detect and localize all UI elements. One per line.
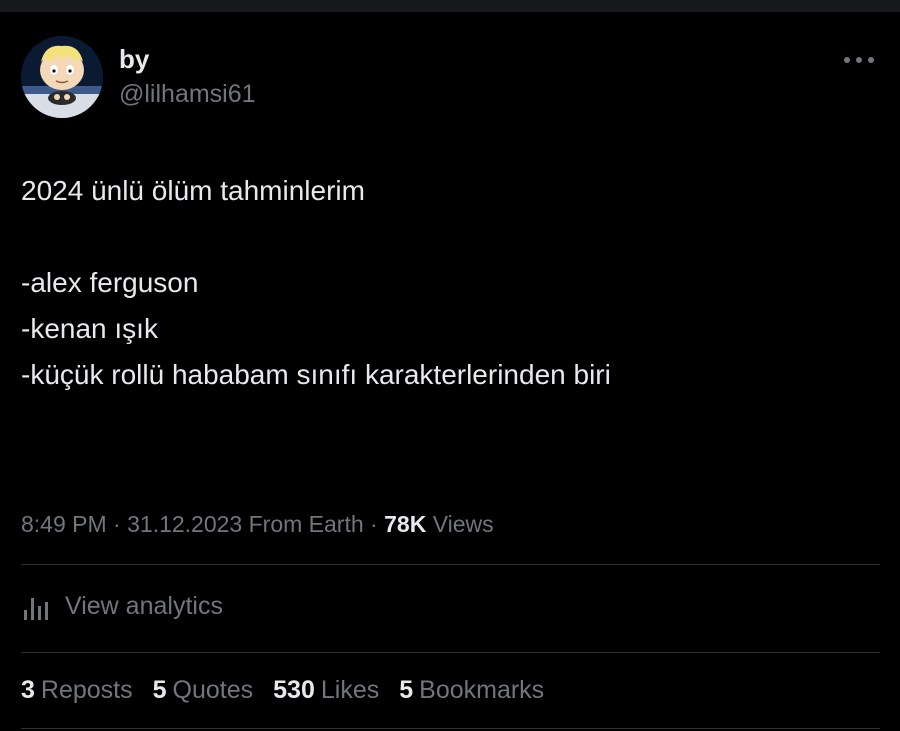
engagement-stats: 3 Reposts 5 Quotes 530 Likes 5 Bookmarks — [21, 672, 564, 708]
tweet-line: -kenan ışık — [21, 313, 158, 344]
meta-separator: · — [370, 511, 378, 537]
quotes-count: 5 — [152, 676, 167, 704]
likes-stat[interactable]: 530 Likes — [273, 672, 379, 708]
cartoon-avatar-icon — [21, 36, 103, 118]
meta-separator: · — [113, 511, 121, 537]
divider — [21, 728, 880, 729]
tweet-source: From Earth — [248, 511, 364, 537]
tweet-line: -küçük rollü hababam sınıfı karakterleri… — [21, 359, 611, 390]
more-dots-icon — [844, 57, 874, 63]
divider — [21, 652, 880, 653]
display-name[interactable]: by — [119, 43, 149, 75]
tweet-line — [21, 214, 871, 260]
bookmarks-label: Bookmarks — [419, 676, 545, 704]
view-analytics-button[interactable]: View analytics — [21, 586, 223, 626]
reposts-label: Reposts — [40, 676, 133, 704]
tweet-date[interactable]: 31.12.2023 — [127, 511, 242, 537]
bar-chart-icon — [24, 598, 48, 620]
quotes-stat[interactable]: 5 Quotes — [153, 672, 254, 708]
divider — [21, 564, 880, 565]
top-bar — [0, 0, 900, 12]
views-count: 78K — [384, 511, 427, 537]
reposts-stat[interactable]: 3 Reposts — [21, 672, 133, 708]
likes-count: 530 — [273, 676, 315, 704]
bookmarks-stat[interactable]: 5 Bookmarks — [399, 672, 544, 708]
tweet-line: -alex ferguson — [21, 267, 199, 298]
tweet-line: 2024 ünlü ölüm tahminlerim — [21, 175, 365, 206]
more-options-button[interactable] — [838, 46, 882, 74]
user-handle[interactable]: @lilhamsi61 — [119, 78, 256, 110]
tweet-text: 2024 ünlü ölüm tahminlerim -alex ferguso… — [21, 168, 871, 398]
avatar[interactable] — [21, 36, 103, 118]
tweet-meta: 8:49 PM · 31.12.2023 From Earth · 78K Vi… — [21, 507, 494, 541]
bookmarks-count: 5 — [399, 676, 414, 704]
quotes-label: Quotes — [172, 676, 254, 704]
tweet-time[interactable]: 8:49 PM — [21, 511, 107, 537]
view-analytics-label: View analytics — [65, 591, 223, 620]
views-label: Views — [432, 511, 494, 537]
reposts-count: 3 — [21, 676, 35, 704]
likes-label: Likes — [320, 676, 380, 704]
